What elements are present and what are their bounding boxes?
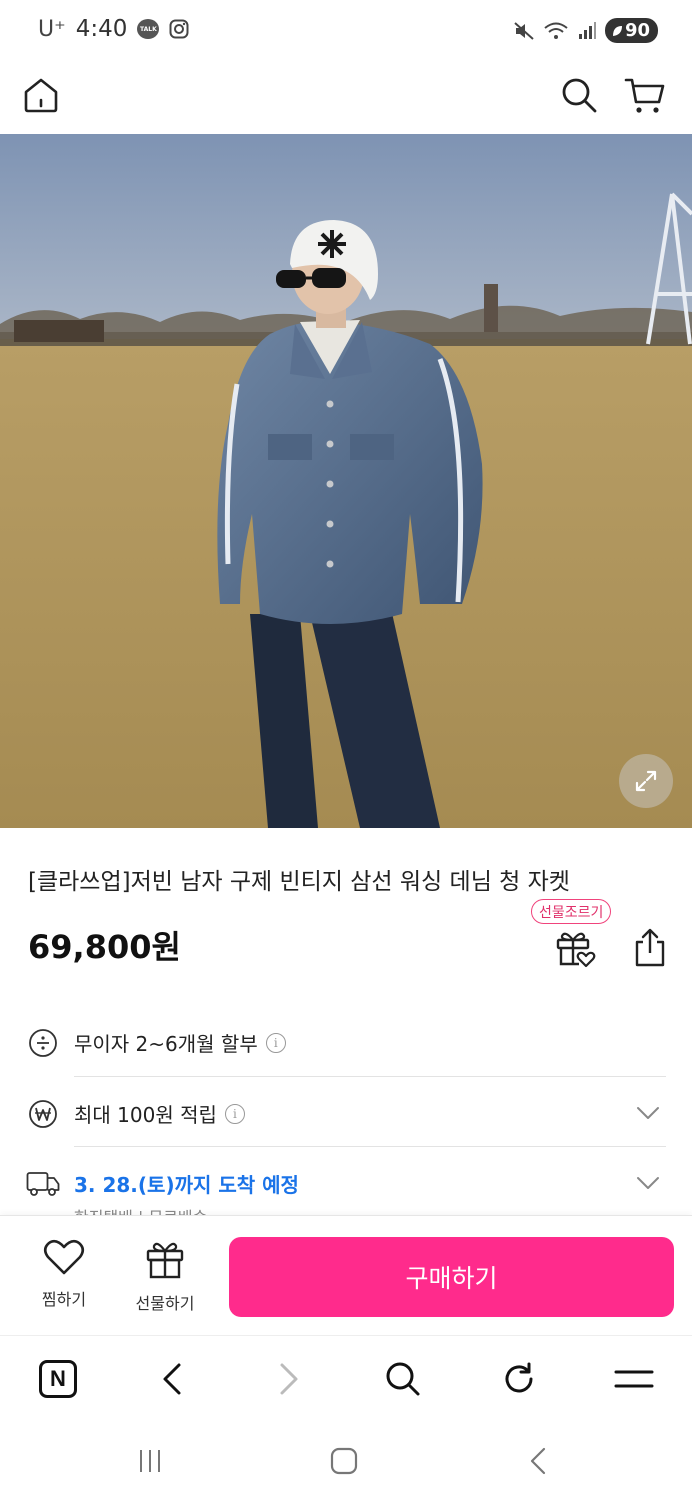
forward-button[interactable] [268,1358,310,1400]
status-left: U⁺ 4:40 TALK [38,16,189,42]
gift-request-badge[interactable]: 선물조르기 [531,899,612,924]
wifi-icon [544,22,568,39]
browser-search-button[interactable] [382,1358,424,1400]
installment-icon [29,1029,57,1057]
top-app-bar [0,64,692,134]
expand-image-button[interactable] [619,754,673,808]
naver-n-icon: N [39,1360,77,1398]
delivery-date: 3. 28.(토)까지 도착 예정 [74,1173,299,1197]
truck-icon [26,1172,60,1196]
mute-icon [514,21,534,40]
installment-label: 무이자 2~6개월 할부 [74,1032,258,1056]
naver-home-button[interactable]: N [37,1358,79,1400]
share-icon[interactable] [631,926,669,968]
system-home-button[interactable] [324,1443,364,1479]
signal-icon [578,21,596,39]
refresh-button[interactable] [498,1358,540,1400]
back-button[interactable] [151,1358,193,1400]
refresh-icon [505,1362,533,1393]
chevron-right-icon [280,1363,298,1395]
battery-level: 90 [624,20,650,41]
back-arrow-icon [530,1447,546,1475]
chevron-down-icon[interactable] [636,1175,660,1191]
status-right: 90 [513,18,658,43]
clock: 4:40 [75,16,128,42]
instagram-icon [169,19,189,39]
browser-toolbar: N [0,1335,692,1421]
menu-button[interactable] [613,1358,655,1400]
battery-icon: 90 [604,18,658,43]
recent-apps-icon [140,1450,160,1472]
gift-request-icon[interactable] [553,928,597,968]
status-bar: U⁺ 4:40 TALK 90 [0,0,692,64]
wish-button[interactable]: 찜하기 [19,1238,109,1310]
search-icon[interactable] [560,76,598,114]
heart-icon [43,1239,85,1275]
chevron-left-icon [163,1363,181,1395]
buy-button[interactable]: 구매하기 [229,1237,674,1317]
installment-row: 무이자 2~6개월 할부 i [0,1006,692,1076]
points-label: 최대 100원 적립 [74,1103,217,1127]
search-icon [386,1362,420,1396]
home-pill-icon [330,1447,358,1475]
carrier-label: U⁺ [38,16,66,42]
talk-icon: TALK [137,19,160,39]
system-back-button[interactable] [518,1443,558,1479]
gift-icon [146,1242,184,1279]
cart-icon[interactable] [624,76,666,116]
info-icon[interactable]: i [224,1103,245,1124]
hamburger-menu-icon [614,1370,654,1388]
expand-icon [635,770,657,792]
recent-apps-button[interactable] [130,1443,170,1479]
gift-button[interactable]: 선물하기 [120,1238,210,1314]
leaf-icon [612,25,622,36]
points-row[interactable]: 최대 100원 적립 i [0,1077,692,1147]
installment-text: 무이자 2~6개월 할부 i [74,1028,286,1057]
gift-label: 선물하기 [135,1294,195,1313]
product-photo [0,134,692,828]
wish-label: 찜하기 [41,1290,87,1309]
points-text: 최대 100원 적립 i [74,1099,245,1128]
chevron-down-icon[interactable] [636,1105,660,1121]
product-title: [클라쓰업]저빈 남자 구제 빈티지 삼선 워싱 데님 청 자켓 [28,869,570,895]
purchase-bar: 찜하기 선물하기 구매하기 [0,1215,692,1335]
info-icon[interactable]: i [265,1032,286,1053]
system-navigation-bar [0,1421,692,1500]
points-won-icon [29,1100,57,1128]
home-icon[interactable] [22,76,60,114]
product-image[interactable] [0,134,692,828]
product-price: 69,800원 [28,928,181,966]
